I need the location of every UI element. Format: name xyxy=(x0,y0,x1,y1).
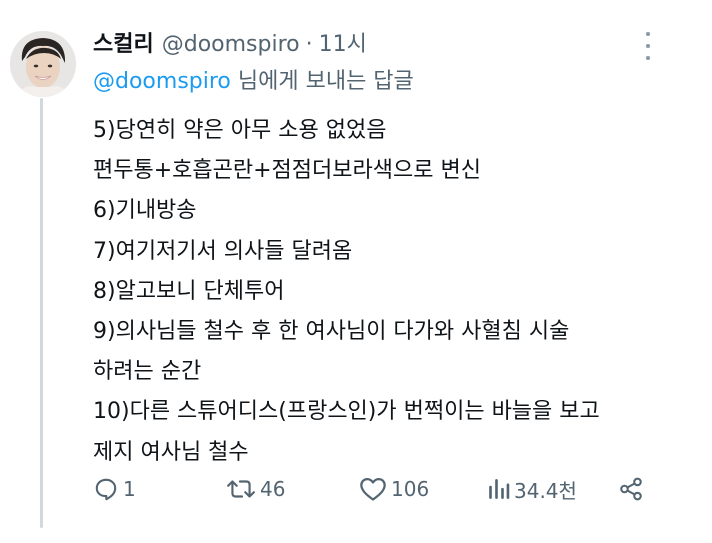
avatar[interactable] xyxy=(10,31,76,97)
views-button[interactable]: 34.4천 xyxy=(488,474,577,504)
body-line: 하려는 순간 xyxy=(93,359,202,385)
timestamp[interactable]: 11시 xyxy=(319,26,367,58)
body-line: 7)여기저기서 의사들 달려옴 xyxy=(93,238,353,264)
repost-icon xyxy=(227,480,255,498)
action-bar: 1 46 106 34.4천 xyxy=(93,474,653,504)
body-line: 편두통+호흡곤란+점점더보라색으로 변신 xyxy=(93,158,481,184)
more-dot xyxy=(646,32,650,36)
tweet-header: 스컬리 @doomspiro · 11시 xyxy=(93,26,367,60)
view-count: 34.4천 xyxy=(514,478,577,503)
repost-button[interactable]: 46 xyxy=(226,474,285,504)
author-handle[interactable]: @doomspiro xyxy=(162,32,300,57)
reply-button[interactable]: 1 xyxy=(93,474,136,504)
body-line: 5)당연히 약은 아무 소용 없었음 xyxy=(93,118,387,143)
more-dot xyxy=(646,56,650,60)
views-icon xyxy=(489,479,510,499)
reply-icon xyxy=(95,478,117,501)
replying-to: @doomspiro 님에게 보내는 답글 xyxy=(93,63,414,95)
like-count: 106 xyxy=(391,477,430,501)
avatar-image xyxy=(10,31,76,97)
reply-suffix: 님에게 보내는 답글 xyxy=(230,69,414,94)
separator-dot: · xyxy=(305,32,313,57)
author-name[interactable]: 스컬리 xyxy=(93,26,154,58)
thread-line xyxy=(40,98,43,528)
share-icon xyxy=(620,477,642,501)
body-line: 6)기내방송 xyxy=(93,198,197,224)
more-icon[interactable] xyxy=(638,32,658,60)
body-line: 8)알고보니 단체투어 xyxy=(93,278,285,304)
repost-count: 46 xyxy=(260,477,286,501)
tweet-body: 5)당연히 약은 아무 소용 없었음 편두통+호흡곤란+점점더보라색으로 변신 … xyxy=(93,111,693,473)
body-line: 10)다른 스튜어디스(프랑스인)가 번쩍이는 바늘을 보고 xyxy=(93,399,600,425)
heart-icon xyxy=(360,477,386,501)
body-line: 9)의사님들 철수 후 한 여사님이 다가와 사혈침 시술 xyxy=(93,318,570,344)
like-button[interactable]: 106 xyxy=(359,474,429,504)
more-dot xyxy=(646,44,650,48)
body-line: 제지 여사님 철수 xyxy=(93,439,249,465)
reply-mention-link[interactable]: @doomspiro xyxy=(93,69,231,94)
share-button[interactable] xyxy=(618,474,644,504)
reply-count: 1 xyxy=(123,477,136,501)
